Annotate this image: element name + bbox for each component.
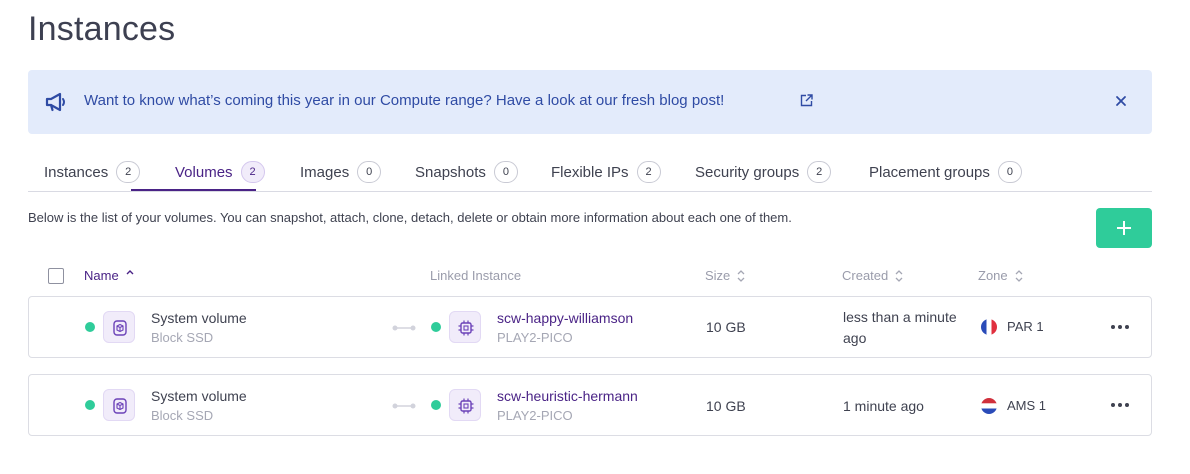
tab-volumes[interactable]: Volumes 2 [175, 152, 265, 192]
status-dot [431, 322, 441, 332]
external-link-icon[interactable] [800, 94, 813, 107]
instance-type: PLAY2-PICO [497, 408, 573, 423]
tab-label: Instances [44, 163, 109, 181]
tab-security-groups[interactable]: Security groups 2 [695, 152, 832, 192]
tab-label: Security groups [695, 163, 800, 181]
count-badge: 2 [636, 161, 661, 183]
count-badge: 0 [493, 161, 518, 183]
tab-label: Placement groups [869, 163, 990, 181]
created-time: less than a minute [843, 309, 957, 325]
plus-icon [1117, 221, 1131, 235]
page-title: Instances [28, 10, 176, 48]
sort-icon [1015, 269, 1023, 282]
page-description: Below is the list of your volumes. You c… [28, 210, 792, 225]
instance-link[interactable]: scw-happy-williamson [497, 310, 633, 326]
volume-size: 10 GB [706, 398, 746, 414]
column-label: Created [842, 268, 889, 283]
status-dot [431, 400, 441, 410]
column-label: Linked Instance [430, 268, 522, 283]
link-connector-icon [392, 403, 416, 409]
add-volume-button[interactable] [1096, 208, 1152, 248]
volume-type: Block SSD [151, 408, 214, 423]
megaphone-icon [45, 92, 65, 112]
column-label: Zone [978, 268, 1008, 283]
instance-chip-icon [449, 389, 481, 421]
sort-icon [895, 269, 903, 282]
active-tab-indicator [131, 189, 256, 191]
volume-icon [103, 389, 135, 421]
count-badge: 0 [357, 161, 382, 183]
tab-images[interactable]: Images 0 [300, 152, 382, 192]
instance-chip-icon [449, 311, 481, 343]
count-badge: 0 [997, 161, 1022, 183]
column-name[interactable]: Name [84, 268, 134, 283]
banner-link[interactable]: Want to know what’s coming this year in … [84, 92, 724, 109]
select-all-checkbox[interactable] [48, 268, 64, 284]
table-row[interactable]: System volume Block SSD scw-heuristic-he… [28, 374, 1152, 436]
table-header: Name Linked Instance Size Created Zone [28, 262, 1152, 290]
column-size[interactable]: Size [705, 268, 745, 283]
volume-name: System volume [151, 310, 247, 326]
instance-link[interactable]: scw-heuristic-hermann [497, 388, 638, 404]
link-connector-icon [392, 325, 416, 331]
sort-icon [737, 269, 745, 282]
zone-label: AMS 1 [1007, 398, 1047, 413]
tab-instances[interactable]: Instances 2 [44, 152, 141, 192]
created-time: 1 minute ago [843, 398, 924, 414]
zone-label: PAR 1 [1007, 319, 1044, 334]
column-label: Size [705, 268, 731, 283]
tab-label: Snapshots [415, 163, 486, 181]
france-flag-icon [981, 319, 997, 335]
tab-label: Images [300, 163, 350, 181]
tab-label: Flexible IPs [551, 163, 629, 181]
table-row[interactable]: System volume Block SSD scw-happy-willia… [28, 296, 1152, 358]
column-zone[interactable]: Zone [978, 268, 1023, 283]
volume-size: 10 GB [706, 319, 746, 335]
tab-label: Volumes [175, 163, 233, 181]
column-linked-instance: Linked Instance [430, 268, 521, 283]
tab-snapshots[interactable]: Snapshots 0 [415, 152, 518, 192]
volume-name: System volume [151, 388, 247, 404]
created-time-cont: ago [843, 330, 867, 346]
volume-icon [103, 311, 135, 343]
count-badge: 2 [807, 161, 832, 183]
sort-asc-icon [126, 270, 134, 282]
count-badge: 2 [240, 161, 265, 183]
column-created[interactable]: Created [842, 268, 903, 283]
more-options-icon[interactable] [1110, 397, 1130, 413]
status-dot [85, 322, 95, 332]
status-dot [85, 400, 95, 410]
instance-type: PLAY2-PICO [497, 330, 573, 345]
more-options-icon[interactable] [1110, 319, 1130, 335]
netherlands-flag-icon [981, 398, 997, 414]
count-badge: 2 [116, 161, 141, 183]
tab-flexible-ips[interactable]: Flexible IPs 2 [551, 152, 661, 192]
tab-bar: Instances 2 Volumes 2 Images 0 Snapshots… [28, 152, 1152, 192]
info-banner: Want to know what’s coming this year in … [28, 70, 1152, 134]
tab-placement-groups[interactable]: Placement groups 0 [869, 152, 1022, 192]
volume-type: Block SSD [151, 330, 214, 345]
column-label: Name [84, 268, 119, 283]
close-icon[interactable] [1114, 94, 1128, 108]
